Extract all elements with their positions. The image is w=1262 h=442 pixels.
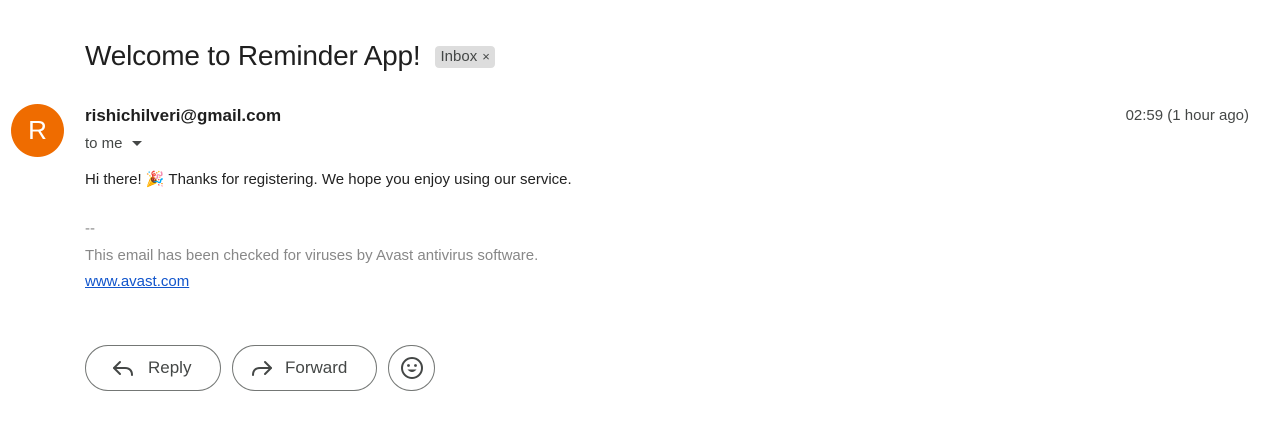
recipient-line: to me <box>85 135 142 152</box>
email-subject: Welcome to Reminder App! <box>85 40 421 71</box>
timestamp: 02:59 (1 hour ago) <box>1125 107 1249 124</box>
emoji-reaction-button[interactable] <box>388 345 435 391</box>
reply-label: Reply <box>148 358 192 377</box>
label-chip-text: Inbox <box>440 48 478 65</box>
close-icon[interactable]: × <box>482 49 490 64</box>
chevron-down-icon[interactable] <box>131 141 142 146</box>
emoji-icon <box>400 356 424 380</box>
signature-text: This email has been checked for viruses … <box>85 247 539 264</box>
reply-icon <box>112 360 134 376</box>
signature-link[interactable]: www.avast.com <box>85 273 189 290</box>
avatar-initial: R <box>28 115 47 145</box>
sender-email[interactable]: rishichilveri@gmail.com <box>85 106 281 126</box>
avatar[interactable]: R <box>11 104 64 157</box>
subject-row: Welcome to Reminder App! Inbox × <box>85 40 495 72</box>
email-body: Hi there! 🎉 Thanks for registering. We h… <box>85 171 572 188</box>
forward-icon <box>251 360 273 376</box>
inbox-label-chip[interactable]: Inbox × <box>434 46 495 68</box>
recipient-text: to me <box>85 135 123 152</box>
forward-label: Forward <box>285 358 348 377</box>
reply-button[interactable]: Reply <box>85 345 221 391</box>
forward-button[interactable]: Forward <box>232 345 377 391</box>
email-view: Welcome to Reminder App! Inbox × R rishi… <box>0 0 1262 442</box>
signature-separator: -- <box>85 220 95 237</box>
